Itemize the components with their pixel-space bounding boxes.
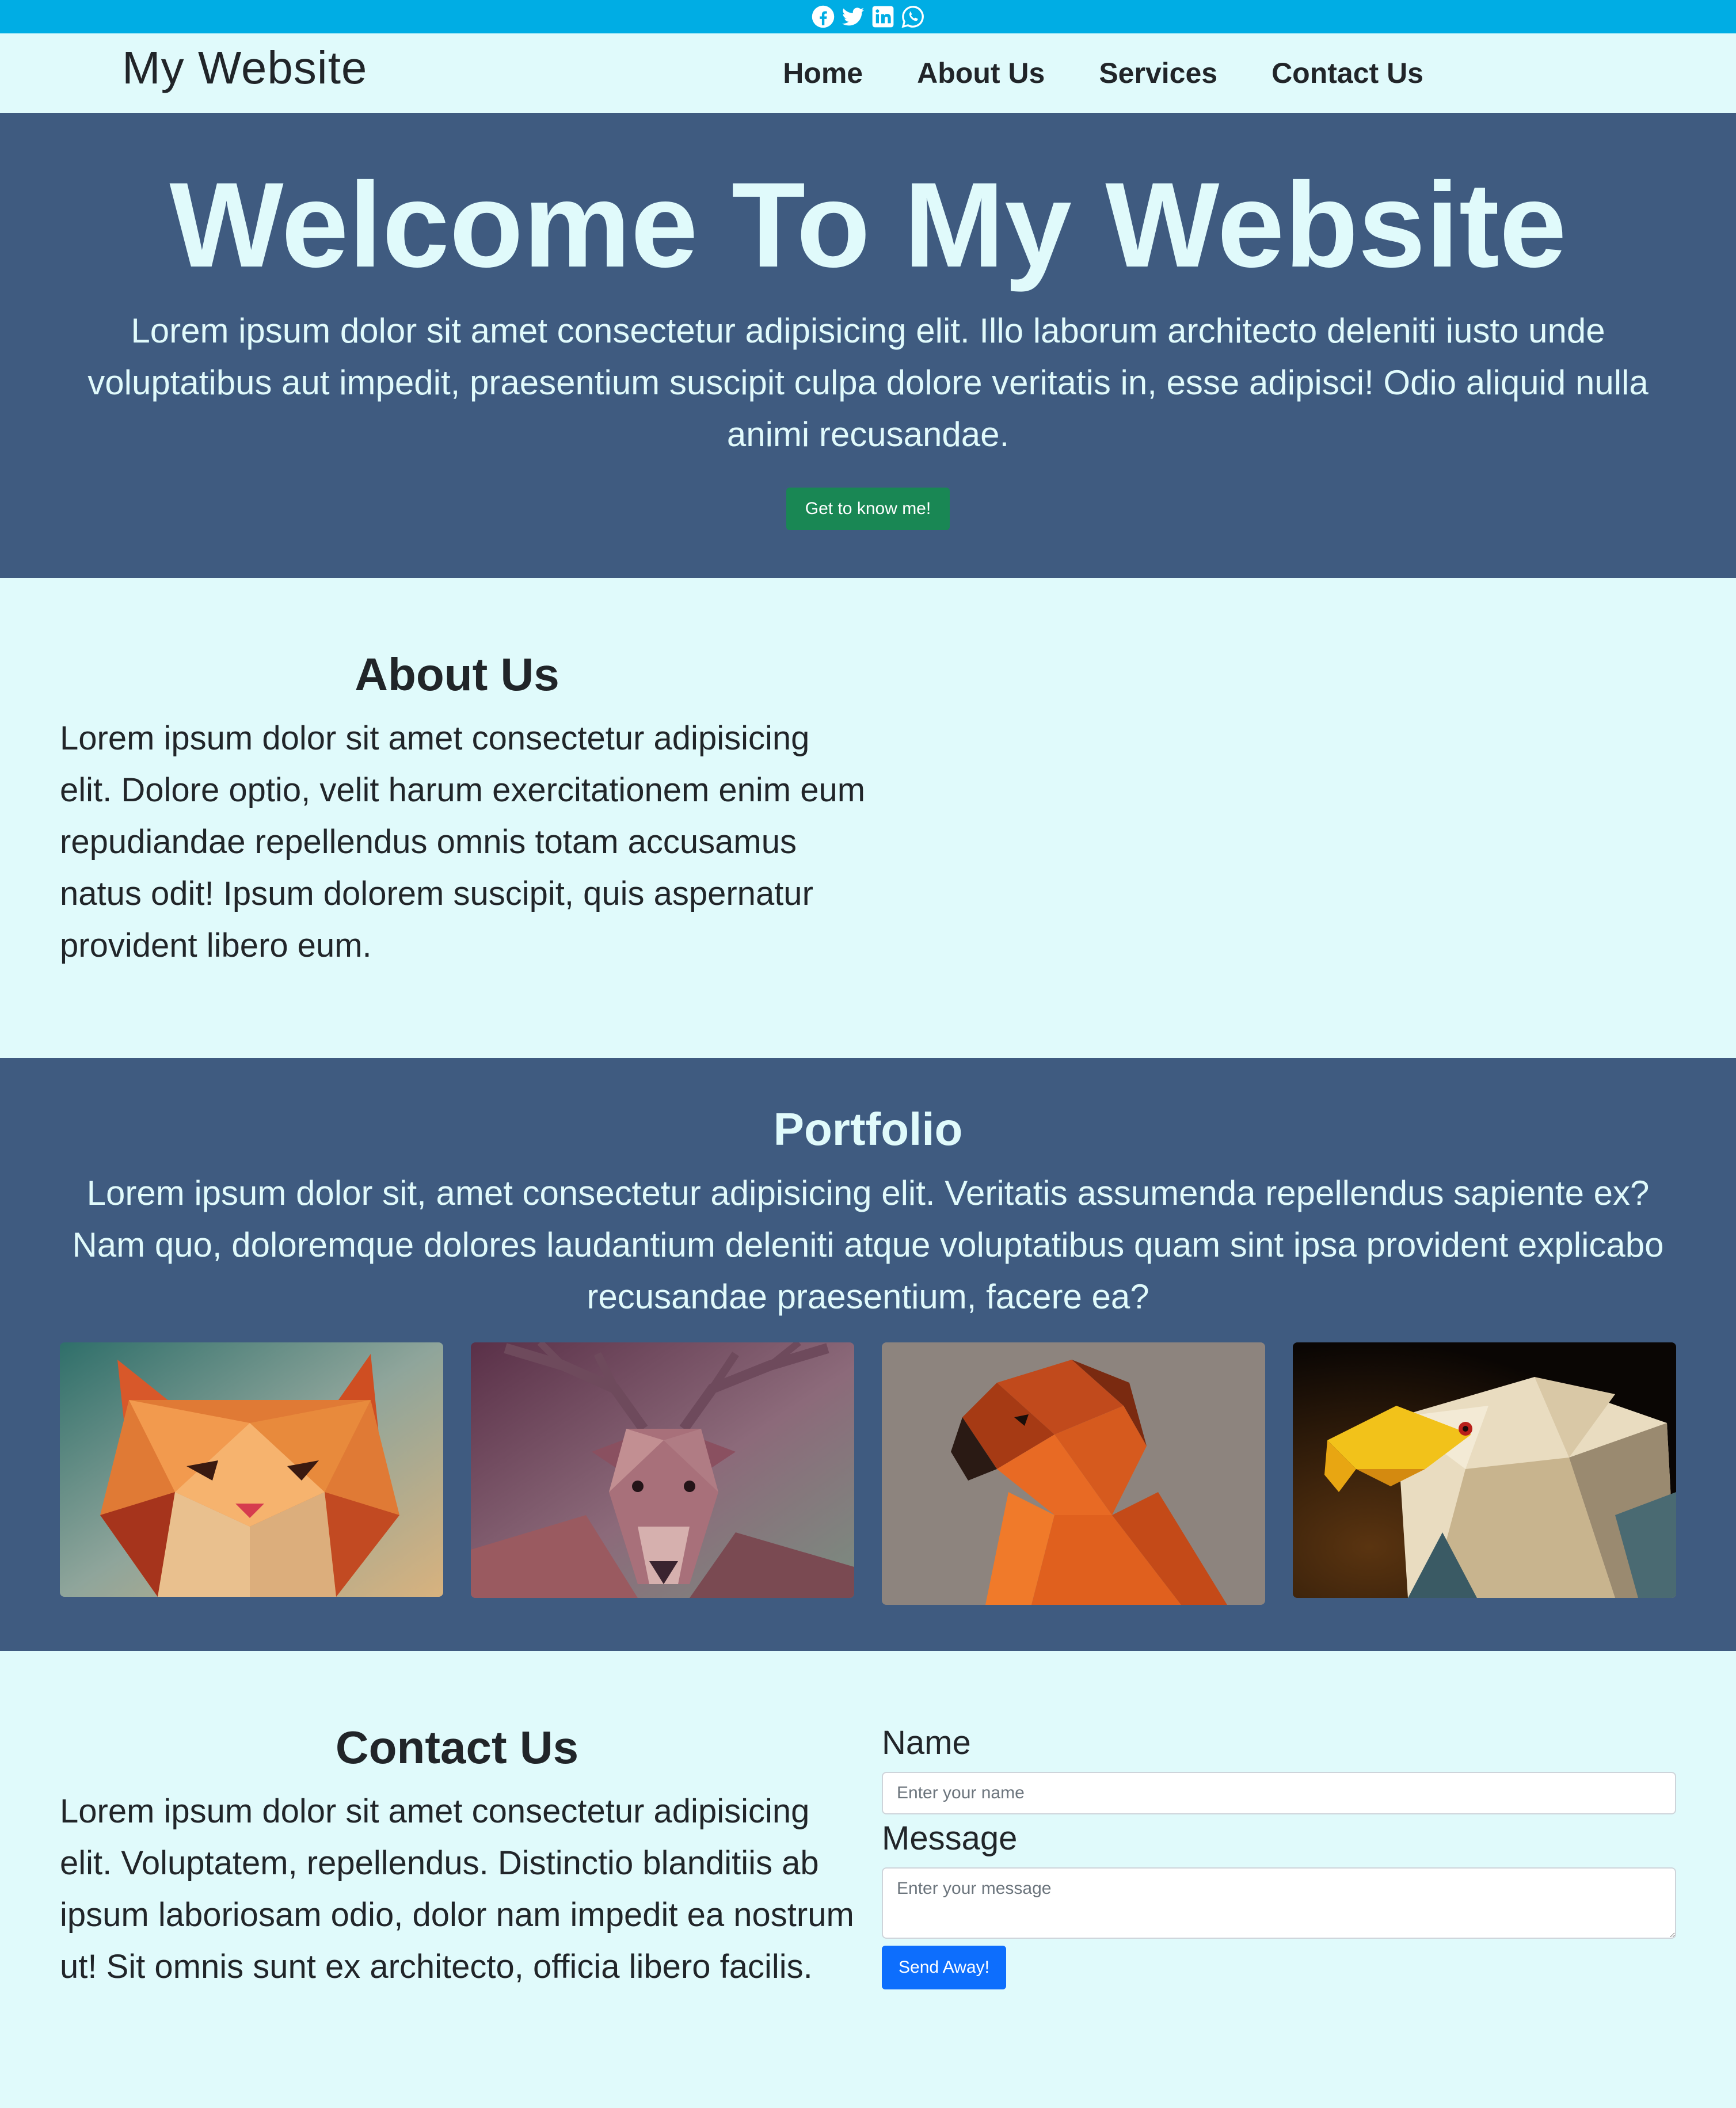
facebook-icon[interactable] bbox=[811, 5, 835, 29]
portfolio-image-dog bbox=[882, 1342, 1265, 1605]
nav-link-home[interactable]: Home bbox=[783, 56, 863, 90]
get-to-know-me-button[interactable]: Get to know me! bbox=[786, 488, 950, 530]
social-bar bbox=[0, 0, 1736, 33]
contact-title: Contact Us bbox=[335, 1722, 579, 1773]
send-away-button[interactable]: Send Away! bbox=[882, 1946, 1006, 1989]
message-label: Message bbox=[882, 1820, 1018, 1857]
nav-links: Home About Us Services Contact Us bbox=[783, 33, 1423, 113]
nav-link-about-us[interactable]: About Us bbox=[917, 56, 1045, 90]
name-input[interactable] bbox=[882, 1772, 1676, 1814]
portfolio-title: Portfolio bbox=[773, 1104, 963, 1155]
portfolio-text: Lorem ipsum dolor sit, amet consectetur … bbox=[72, 1174, 1664, 1316]
hero-text: Lorem ipsum dolor sit amet consectetur a… bbox=[87, 311, 1649, 454]
twitter-icon[interactable] bbox=[841, 5, 865, 29]
site-brand[interactable]: My Website bbox=[122, 41, 367, 94]
about-title: About Us bbox=[355, 649, 559, 700]
about-text: Lorem ipsum dolor sit amet consectetur a… bbox=[60, 720, 866, 964]
portfolio-image-deer bbox=[471, 1342, 854, 1598]
portfolio-image-eagle bbox=[1293, 1342, 1676, 1598]
message-textarea[interactable] bbox=[882, 1867, 1676, 1939]
navbar: My Website Home About Us Services Contac… bbox=[0, 33, 1736, 113]
hero-title: Welcome To My Website bbox=[169, 157, 1567, 292]
nav-link-services[interactable]: Services bbox=[1099, 56, 1217, 90]
portfolio-image-cat bbox=[60, 1342, 443, 1597]
linkedin-icon[interactable] bbox=[871, 5, 895, 29]
hero-section: Welcome To My Website Lorem ipsum dolor … bbox=[0, 113, 1736, 578]
portfolio-section: Portfolio Lorem ipsum dolor sit, amet co… bbox=[0, 1058, 1736, 1651]
about-section: About Us Lorem ipsum dolor sit amet cons… bbox=[0, 578, 1736, 1058]
name-label: Name bbox=[882, 1724, 971, 1761]
contact-text: Lorem ipsum dolor sit amet consectetur a… bbox=[60, 1793, 854, 1985]
whatsapp-icon[interactable] bbox=[901, 5, 925, 29]
contact-section: Contact Us Lorem ipsum dolor sit amet co… bbox=[0, 1651, 1736, 2108]
nav-link-contact-us[interactable]: Contact Us bbox=[1271, 56, 1423, 90]
